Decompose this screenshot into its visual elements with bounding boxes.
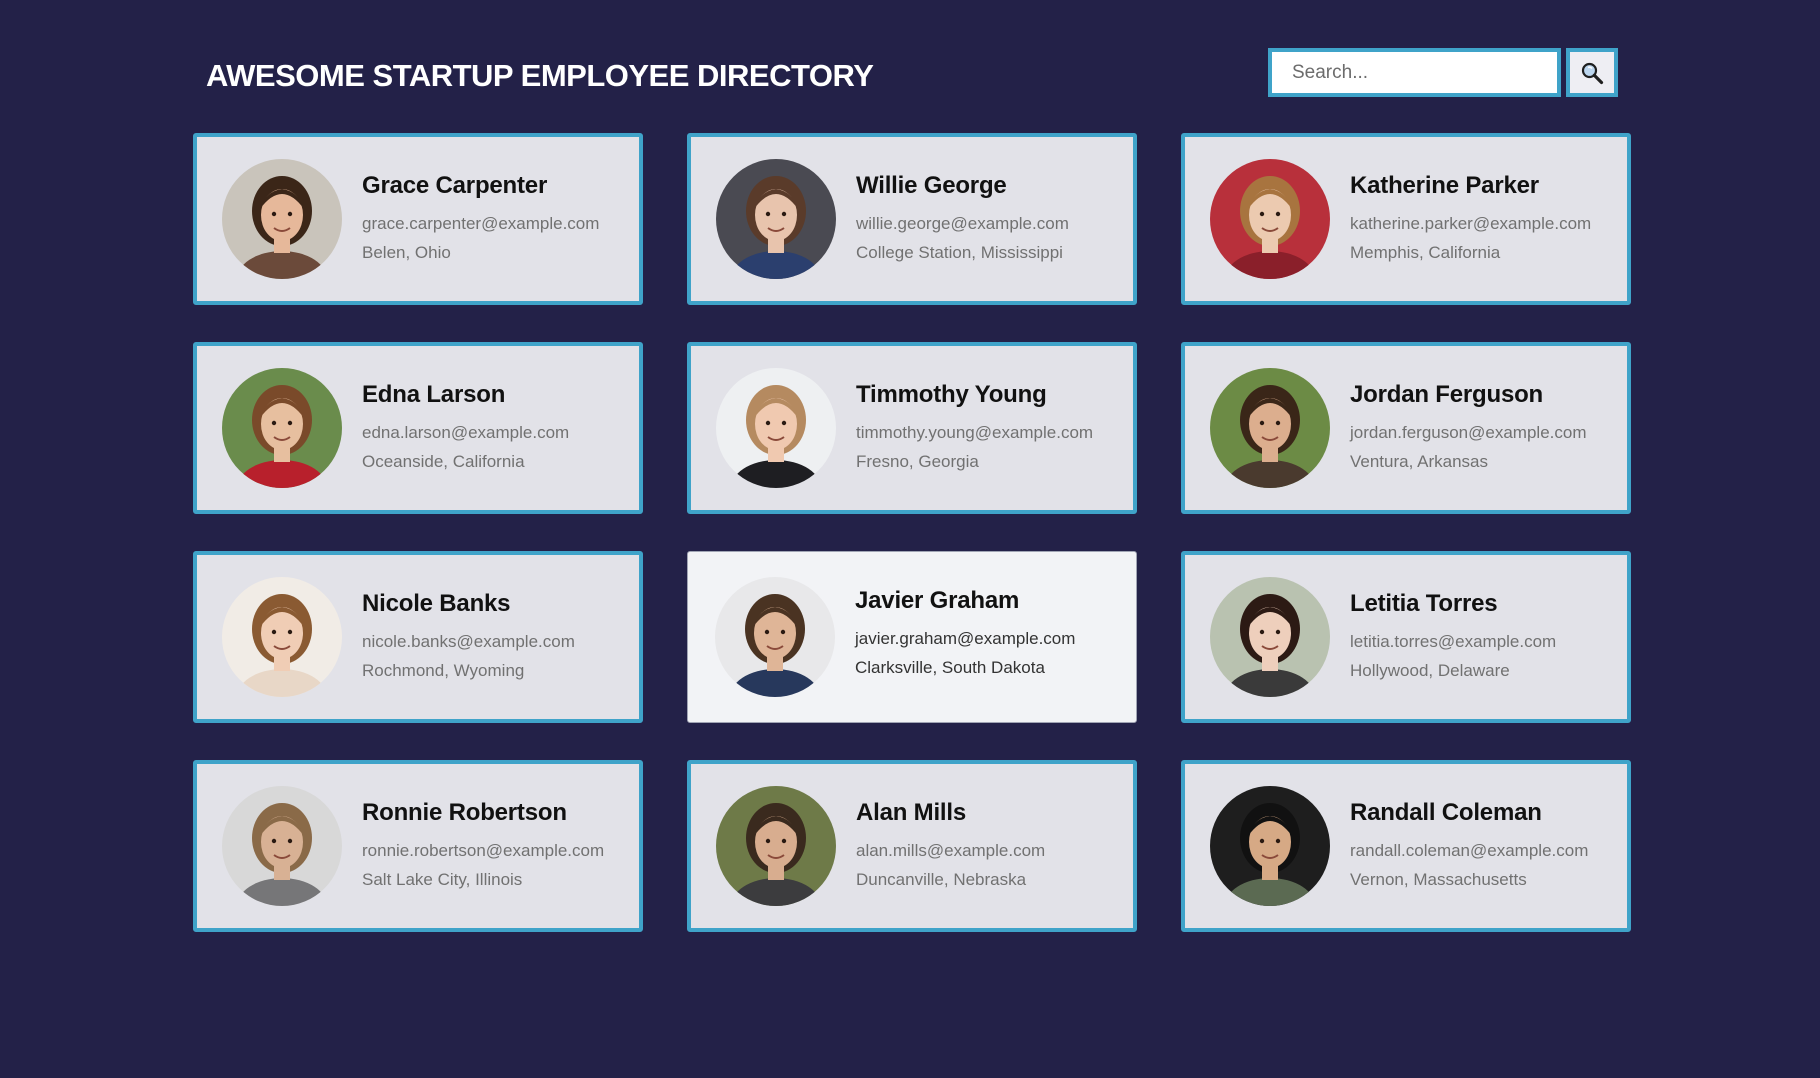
employee-email: edna.larson@example.com <box>362 422 570 442</box>
employee-card[interactable]: Ronnie Robertson ronnie.robertson@example… <box>193 760 643 932</box>
employee-info: Edna Larson edna.larson@example.com Oceans… <box>362 381 569 476</box>
search-form <box>1268 48 1618 97</box>
employee-grid: Grace Carpenter grace.carpenter@example.c… <box>193 133 1631 932</box>
avatar <box>222 577 342 697</box>
employee-info: Nicole Banks nicole.banks@example.com Roch… <box>362 590 575 685</box>
employee-location: Rochmond, Wyoming <box>362 660 525 680</box>
employee-info: Alan Mills alan.mills@example.com Duncanvi… <box>856 799 1045 894</box>
employee-location: Oceanside, California <box>362 451 525 471</box>
employee-location: Fresno, Georgia <box>856 451 979 471</box>
employee-info: Letitia Torres letitia.torres@example.com… <box>1350 590 1556 685</box>
employee-email: grace.carpenter@example.com <box>362 213 600 233</box>
avatar <box>716 368 836 488</box>
employee-location: Ventura, Arkansas <box>1350 451 1488 471</box>
employee-info: Jordan Ferguson jordan.ferguson@example.c… <box>1350 381 1587 476</box>
employee-email: javier.graham@example.com <box>855 628 1076 648</box>
avatar <box>716 786 836 906</box>
employee-card[interactable]: Grace Carpenter grace.carpenter@example.c… <box>193 133 643 305</box>
employee-info: Javier Graham javier.graham@example.com Cl… <box>855 587 1075 682</box>
avatar <box>716 159 836 279</box>
employee-info: Katherine Parker katherine.parker@example… <box>1350 172 1591 267</box>
employee-card[interactable]: Javier Graham javier.graham@example.com Cl… <box>687 551 1137 723</box>
employee-location: Belen, Ohio <box>362 242 451 262</box>
employee-info: Ronnie Robertson ronnie.robertson@example… <box>362 799 604 894</box>
avatar <box>1210 577 1330 697</box>
avatar <box>222 786 342 906</box>
employee-email: katherine.parker@example.com <box>1350 213 1592 233</box>
employee-location: Memphis, California <box>1350 242 1501 262</box>
employee-name: Edna Larson <box>362 380 506 408</box>
employee-card[interactable]: Alan Mills alan.mills@example.com Duncanvi… <box>687 760 1137 932</box>
employee-card[interactable]: Randall Coleman randall.coleman@example.c… <box>1181 760 1631 932</box>
employee-name: Willie George <box>856 171 1007 199</box>
employee-email: timmothy.young@example.com <box>856 422 1094 442</box>
avatar <box>1210 368 1330 488</box>
employee-email: letitia.torres@example.com <box>1350 631 1557 651</box>
employee-email: randall.coleman@example.com <box>1350 840 1589 860</box>
employee-info: Randall Coleman randall.coleman@example.c… <box>1350 799 1588 894</box>
employee-name: Letitia Torres <box>1350 589 1498 617</box>
employee-location: College Station, Mississippi <box>856 242 1063 262</box>
avatar <box>222 159 342 279</box>
employee-info: Grace Carpenter grace.carpenter@example.c… <box>362 172 599 267</box>
search-input[interactable] <box>1268 48 1561 97</box>
page-title: AWESOME STARTUP EMPLOYEE DIRECTORY <box>206 58 874 93</box>
employee-email: ronnie.robertson@example.com <box>362 840 605 860</box>
employee-name: Randall Coleman <box>1350 798 1542 826</box>
avatar <box>1210 786 1330 906</box>
directory-page: AWESOME STARTUP EMPLOYEE DIRECTORY Grace… <box>0 0 1820 1078</box>
employee-location: Salt Lake City, Illinois <box>362 869 523 889</box>
employee-card[interactable]: Letitia Torres letitia.torres@example.com… <box>1181 551 1631 723</box>
employee-name: Javier Graham <box>855 586 1020 614</box>
employee-card[interactable]: Nicole Banks nicole.banks@example.com Roch… <box>193 551 643 723</box>
employee-location: Clarksville, South Dakota <box>855 657 1045 677</box>
employee-email: willie.george@example.com <box>856 213 1069 233</box>
employee-card[interactable]: Katherine Parker katherine.parker@example… <box>1181 133 1631 305</box>
employee-name: Jordan Ferguson <box>1350 380 1544 408</box>
employee-location: Duncanville, Nebraska <box>856 869 1027 889</box>
avatar <box>222 368 342 488</box>
employee-name: Ronnie Robertson <box>362 798 567 826</box>
employee-email: nicole.banks@example.com <box>362 631 575 651</box>
employee-location: Hollywood, Delaware <box>1350 660 1510 680</box>
employee-location: Vernon, Massachusetts <box>1350 869 1527 889</box>
employee-email: jordan.ferguson@example.com <box>1350 422 1587 442</box>
search-button[interactable] <box>1566 48 1618 97</box>
employee-info: Timmothy Young timmothy.young@example.com… <box>856 381 1093 476</box>
employee-name: Katherine Parker <box>1350 171 1539 199</box>
employee-info: Willie George willie.george@example.com Co… <box>856 172 1069 267</box>
employee-email: alan.mills@example.com <box>856 840 1046 860</box>
employee-name: Grace Carpenter <box>362 171 548 199</box>
employee-card[interactable]: Edna Larson edna.larson@example.com Oceans… <box>193 342 643 514</box>
employee-card[interactable]: Timmothy Young timmothy.young@example.com… <box>687 342 1137 514</box>
employee-name: Timmothy Young <box>856 380 1047 408</box>
avatar <box>1210 159 1330 279</box>
employee-card[interactable]: Willie George willie.george@example.com Co… <box>687 133 1137 305</box>
employee-name: Nicole Banks <box>362 589 511 617</box>
employee-card[interactable]: Jordan Ferguson jordan.ferguson@example.c… <box>1181 342 1631 514</box>
avatar <box>715 577 835 697</box>
employee-name: Alan Mills <box>856 798 967 826</box>
magnifier-icon <box>1581 62 1604 84</box>
